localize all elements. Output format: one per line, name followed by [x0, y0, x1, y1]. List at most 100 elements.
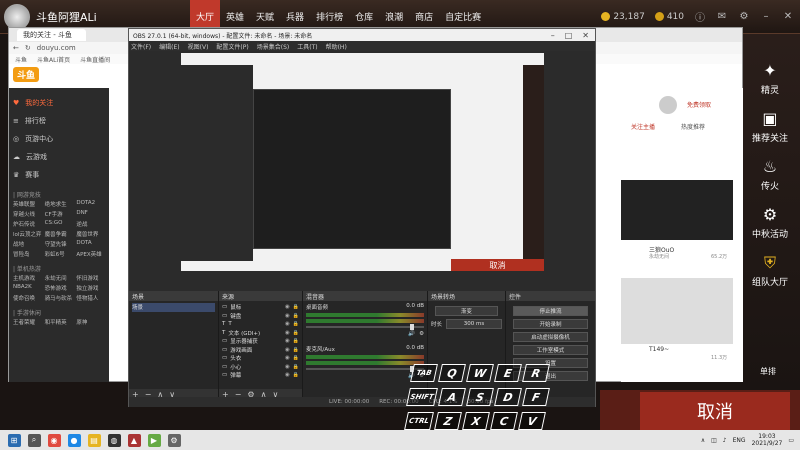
- chevron-up-icon[interactable]: ∧: [701, 437, 705, 444]
- cancel-matchmaking-button[interactable]: 取消: [640, 392, 790, 430]
- virtual-camera-button[interactable]: 启动虚拟摄像机: [513, 332, 588, 342]
- stream-thumbnail[interactable]: [621, 278, 733, 344]
- settings-icon[interactable]: ⚙: [738, 11, 750, 22]
- category-link[interactable]: 永劫无间: [45, 274, 74, 282]
- search-icon[interactable]: ⌕: [27, 433, 41, 447]
- menu-edit[interactable]: 编辑(E): [159, 42, 179, 51]
- obs-icon[interactable]: ◍: [107, 433, 121, 447]
- category-link[interactable]: 绝地求生: [45, 200, 74, 208]
- hot-recommend-link[interactable]: 热度推荐: [681, 122, 705, 131]
- category-link[interactable]: DNF: [76, 210, 105, 218]
- source-item[interactable]: ▭ 弹幕 ◉ 🔒: [222, 371, 299, 380]
- bookmark[interactable]: 斗鱼: [15, 55, 27, 64]
- eye-icon[interactable]: ◉: [285, 321, 290, 327]
- volume-slider[interactable]: [306, 324, 424, 330]
- lock-icon[interactable]: 🔒: [293, 347, 299, 353]
- category-link[interactable]: 王者荣耀: [13, 318, 42, 326]
- lock-icon[interactable]: 🔒: [293, 355, 299, 361]
- category-link[interactable]: 独立游戏: [76, 284, 105, 292]
- category-link[interactable]: 彩虹6号: [45, 250, 74, 258]
- sidebar-item-follow[interactable]: ♥ 我的关注: [13, 94, 105, 112]
- lock-icon[interactable]: 🔒: [293, 330, 299, 336]
- panel-team-lobby[interactable]: ⛨ 组队大厅: [752, 254, 788, 289]
- eye-icon[interactable]: ◉: [285, 347, 290, 353]
- menu-help[interactable]: 帮助(H): [326, 42, 347, 51]
- category-link[interactable]: 原神: [76, 318, 105, 326]
- eye-icon[interactable]: ◉: [285, 364, 290, 370]
- source-item[interactable]: ▭ 鼠标 ◉ 🔒: [222, 303, 299, 312]
- stream-thumbnail[interactable]: [621, 180, 733, 240]
- category-link[interactable]: CS:GO: [45, 220, 74, 228]
- menu-file[interactable]: 文件(F): [131, 42, 151, 51]
- browser-tab[interactable]: 我的关注 - 斗鱼: [17, 29, 86, 41]
- panel-mid-autumn[interactable]: ⚙ 中秋活动: [752, 206, 788, 241]
- category-link[interactable]: DOTA2: [76, 200, 105, 208]
- stop-streaming-button[interactable]: 停止推流: [513, 306, 588, 316]
- mail-icon[interactable]: ✉: [716, 11, 728, 22]
- close-icon[interactable]: ✕: [582, 31, 589, 40]
- category-link[interactable]: 魔兽世界: [76, 230, 105, 238]
- volume-slider[interactable]: [306, 366, 424, 372]
- category-link[interactable]: 怀旧游戏: [76, 274, 105, 282]
- eye-icon[interactable]: ◉: [285, 313, 290, 319]
- player-avatar[interactable]: [4, 3, 30, 30]
- lock-icon[interactable]: 🔒: [293, 372, 299, 378]
- obs-preview[interactable]: 取消: [181, 53, 544, 271]
- category-link[interactable]: 逆战: [76, 220, 105, 228]
- sidebar-item-ranking[interactable]: ≡ 排行榜: [13, 112, 105, 130]
- qq-icon[interactable]: ●: [67, 433, 81, 447]
- category-link[interactable]: 骑马与砍杀: [45, 294, 74, 302]
- menu-profile[interactable]: 配置文件(P): [216, 42, 248, 51]
- category-link[interactable]: DOTA: [76, 240, 105, 248]
- category-link[interactable]: 守望先锋: [45, 240, 74, 248]
- url-text[interactable]: douyu.com: [37, 44, 76, 52]
- follow-streamer-link[interactable]: 关注主播: [631, 122, 655, 131]
- clock[interactable]: 19:03 2021/9/27: [752, 433, 783, 447]
- source-item[interactable]: ▭ 显示器捕获 ◉ 🔒: [222, 337, 299, 346]
- menu-tools[interactable]: 工具(T): [297, 42, 317, 51]
- menu-view[interactable]: 视图(V): [188, 42, 209, 51]
- category-link[interactable]: 战地: [13, 240, 42, 248]
- category-link[interactable]: 冒险岛: [13, 250, 42, 258]
- eye-icon[interactable]: ◉: [285, 330, 290, 336]
- source-item[interactable]: ▭ 小心 ◉ 🔒: [222, 363, 299, 372]
- network-icon[interactable]: ◫: [711, 437, 717, 444]
- panel-recommend[interactable]: ▣ 推荐关注: [752, 110, 788, 145]
- panel-fire[interactable]: ♨ 传火: [761, 158, 779, 193]
- bookmark[interactable]: 斗鱼直播间: [80, 55, 110, 64]
- user-avatar[interactable]: [659, 96, 677, 114]
- menu-scene-collection[interactable]: 场景集合(S): [257, 42, 290, 51]
- duration-input[interactable]: 300 ms: [446, 319, 502, 329]
- eye-icon[interactable]: ◉: [285, 304, 290, 310]
- source-item[interactable]: ▭ 键盘 ◉ 🔒: [222, 312, 299, 321]
- media-icon[interactable]: ▶: [147, 433, 161, 447]
- slider-knob[interactable]: [409, 324, 414, 330]
- minimize-icon[interactable]: –: [551, 31, 555, 40]
- lock-icon[interactable]: 🔒: [293, 338, 299, 344]
- lock-icon[interactable]: 🔒: [293, 313, 299, 319]
- gear-icon[interactable]: ⚙: [419, 331, 424, 337]
- eye-icon[interactable]: ◉: [285, 355, 290, 361]
- category-link[interactable]: 主机游戏: [13, 274, 42, 282]
- category-link[interactable]: APEX英雄: [76, 250, 105, 258]
- lock-icon[interactable]: 🔒: [293, 304, 299, 310]
- start-recording-button[interactable]: 开始录制: [513, 319, 588, 329]
- notification-icon[interactable]: ▭: [788, 437, 794, 444]
- maximize-icon[interactable]: □: [565, 31, 573, 40]
- info-icon[interactable]: ⓘ: [694, 9, 706, 24]
- source-item[interactable]: ▭ 头衣 ◉ 🔒: [222, 354, 299, 363]
- windows-icon[interactable]: ⊞: [7, 433, 21, 447]
- source-item[interactable]: T 文本 (GDI+) ◉ 🔒: [222, 329, 299, 338]
- category-link[interactable]: NBA2K: [13, 284, 42, 292]
- eye-icon[interactable]: ◉: [285, 338, 290, 344]
- source-item[interactable]: T T ◉ 🔒: [222, 320, 299, 329]
- minimize-icon[interactable]: –: [760, 11, 772, 22]
- game-icon[interactable]: ▲: [127, 433, 141, 447]
- category-link[interactable]: 穿越火线: [13, 210, 42, 218]
- panel-spirit[interactable]: ✦ 精灵: [761, 62, 779, 97]
- sidebar-item-games[interactable]: ◎ 页游中心: [13, 130, 105, 148]
- folder-icon[interactable]: ▤: [87, 433, 101, 447]
- volume-icon[interactable]: ♪: [723, 437, 727, 444]
- streamer-name[interactable]: T149~: [649, 346, 669, 353]
- eye-icon[interactable]: ◉: [285, 372, 290, 378]
